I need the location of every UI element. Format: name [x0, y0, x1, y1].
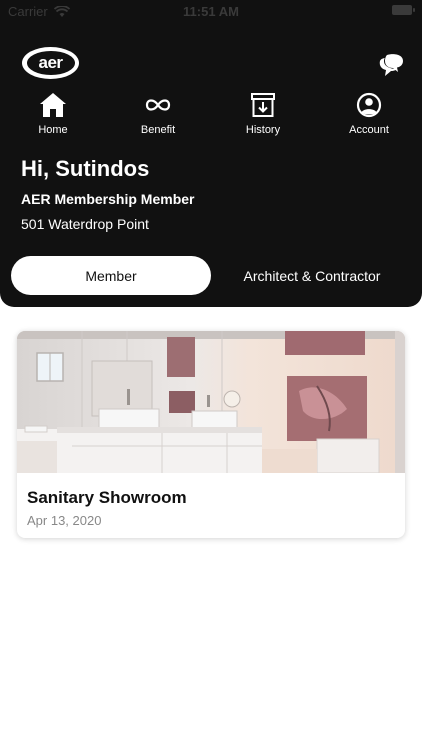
aer-logo: aer [22, 47, 79, 79]
logo-text: aer [26, 51, 75, 75]
account-icon [356, 92, 382, 118]
status-time: 11:51 AM [183, 4, 239, 19]
greeting: Hi, Sutindos [21, 156, 150, 181]
infinity-icon [145, 99, 171, 111]
membership-label: AER Membership Member [21, 191, 195, 207]
main-nav: Home Benefit History Account [0, 92, 422, 142]
header: Carrier 11:51 AM aer Home Benefit Histor… [0, 0, 422, 307]
nav-benefit[interactable]: Benefit [113, 92, 203, 142]
status-bar: Carrier 11:51 AM [0, 0, 422, 22]
chat-icon[interactable] [376, 51, 406, 79]
tab-architect-contractor[interactable]: Architect & Contractor [212, 256, 412, 295]
nav-home-label: Home [38, 124, 68, 136]
nav-home[interactable]: Home [8, 92, 98, 142]
archive-download-icon [251, 93, 275, 117]
card-date: Apr 13, 2020 [27, 513, 102, 528]
nav-history[interactable]: History [218, 92, 308, 142]
nav-history-label: History [245, 124, 281, 136]
nav-account[interactable]: Account [324, 92, 414, 142]
card-title: Sanitary Showroom [27, 488, 187, 507]
home-icon [40, 93, 66, 117]
nav-benefit-label: Benefit [140, 124, 176, 136]
battery-icon [392, 5, 415, 15]
tab-member[interactable]: Member [11, 256, 211, 295]
showroom-card[interactable]: Sanitary Showroom Apr 13, 2020 [17, 331, 405, 538]
bathroom-showroom-photo [17, 331, 405, 473]
nav-account-label: Account [349, 124, 389, 136]
address-label: 501 Waterdrop Point [21, 216, 149, 232]
